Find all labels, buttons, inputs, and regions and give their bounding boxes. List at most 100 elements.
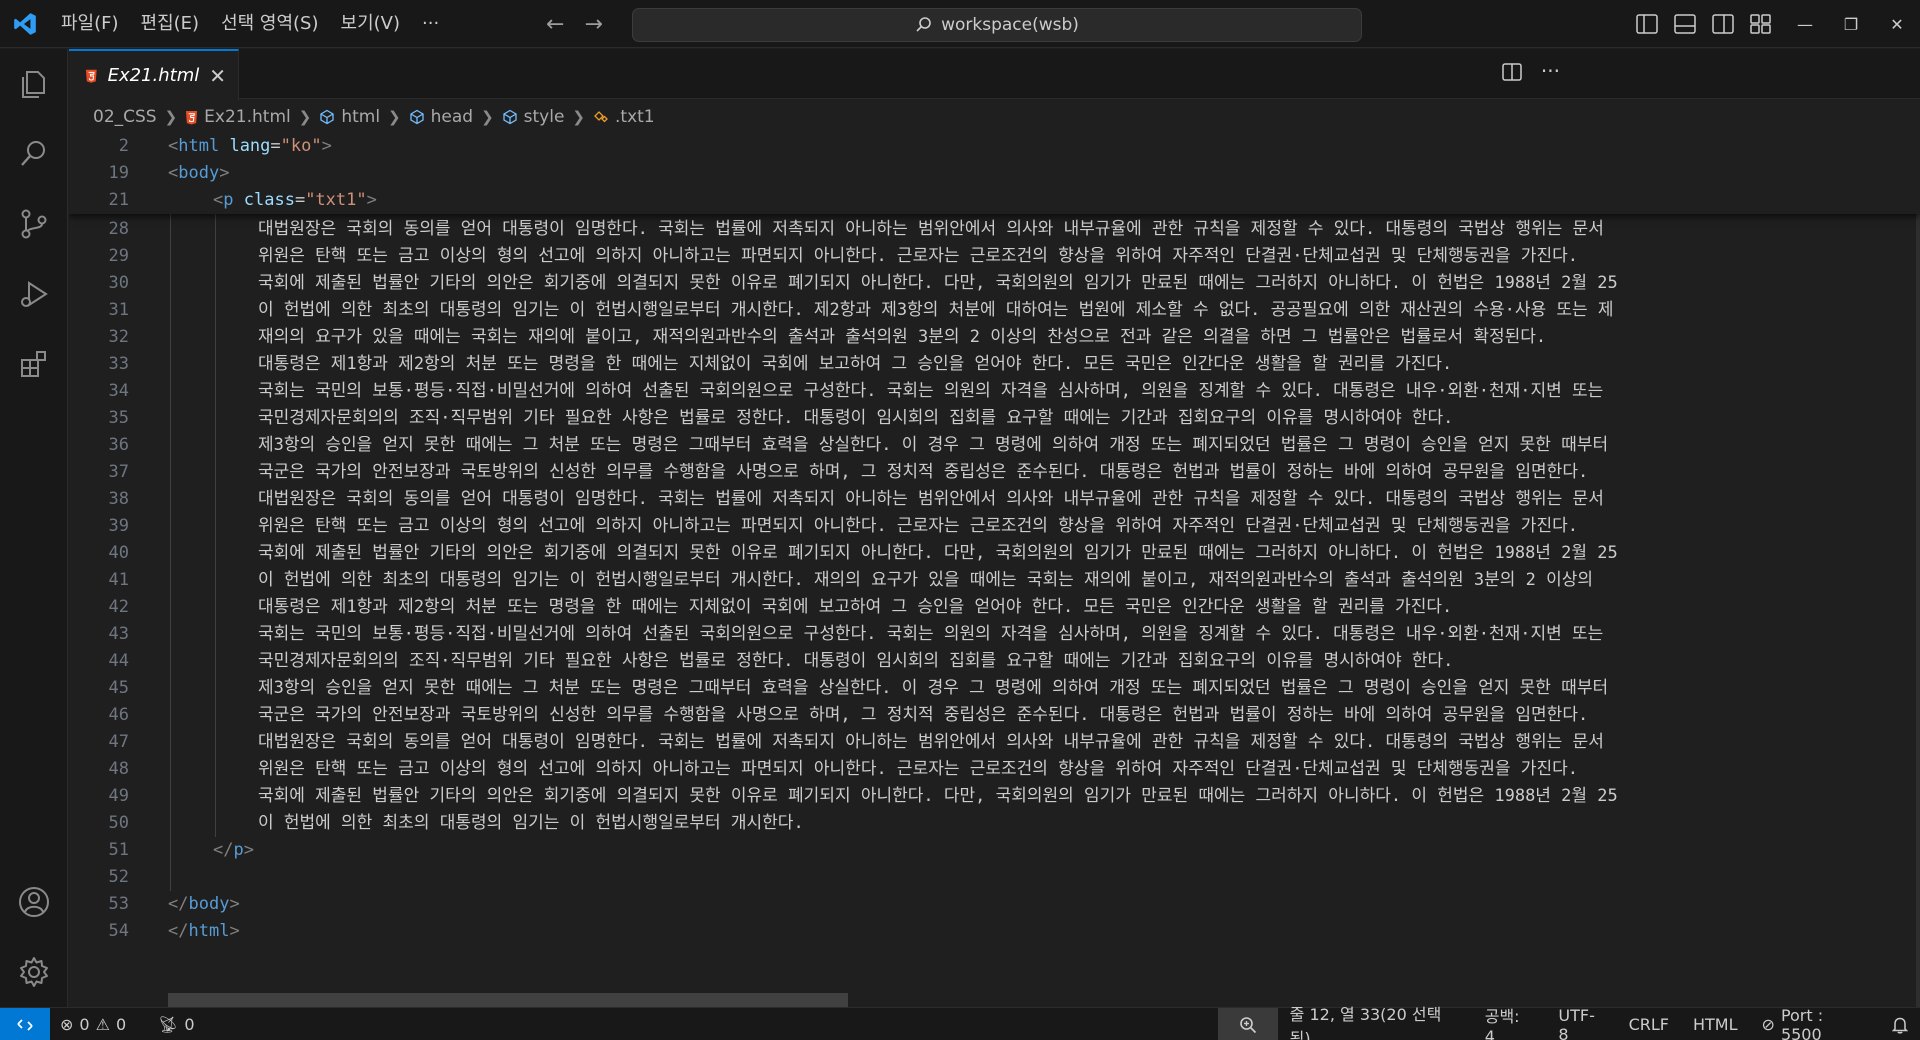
language-mode[interactable]: HTML <box>1681 1008 1750 1040</box>
breadcrumb-file[interactable]: Ex21.html <box>185 107 291 127</box>
line-content: 대통령은 제1항과 제2항의 처분 또는 명령을 한 때에는 지체없이 국회에 … <box>258 594 1452 621</box>
restore-icon[interactable]: ❐ <box>1828 0 1874 48</box>
tag-bracket: < <box>168 163 179 183</box>
live-server-port[interactable]: ⊘ Port : 5500 <box>1750 1006 1880 1040</box>
code-line[interactable]: 47 대법원장은 국회의 동의를 얻어 대통령이 임명한다. 국회는 법률에 저촉… <box>69 729 1920 756</box>
code-line[interactable]: 34 국회는 국민의 보통·평등·직접·비밀선거에 의하여 선출된 국회의원으로 … <box>69 378 1920 405</box>
code-line[interactable]: 37 국군은 국가의 안전보장과 국토방위의 신성한 의무를 수행함을 사명으로 … <box>69 459 1920 486</box>
split-editor-icon[interactable] <box>1502 63 1522 81</box>
code-line[interactable]: 21 <p class="txt1"> <box>69 187 1920 214</box>
code-line[interactable]: 32 재의의 요구가 있을 때에는 국회는 재의에 붙이고, 재적의원과반수의 출… <box>69 324 1920 351</box>
run-debug-icon[interactable] <box>0 259 68 329</box>
warning-count: 0 <box>115 1015 127 1034</box>
code-line[interactable]: 51 </p> <box>69 837 1920 864</box>
code-line[interactable]: 19 <body> <box>69 160 1920 187</box>
tag-bracket: </ <box>168 921 189 941</box>
problems-indicator[interactable]: ⊗ 0 ⚠ 0 <box>60 1008 126 1040</box>
vertical-scrollbar[interactable] <box>1890 133 1920 1007</box>
code-line[interactable]: 39 위원은 탄핵 또는 금고 이상의 형의 선고에 의하지 아니하고는 파면되지… <box>69 513 1920 540</box>
source-control-icon[interactable] <box>0 189 68 259</box>
warning-icon: ⚠ <box>95 1015 110 1034</box>
line-number: 44 <box>108 651 129 671</box>
code-line[interactable]: 41 이 헌법에 의한 최초의 대통령의 임기는 이 헌법시행일로부터 개시한다.… <box>69 567 1920 594</box>
line-number: 46 <box>108 705 129 725</box>
line-number: 49 <box>108 786 129 806</box>
paragraph-text: 위원은 탄핵 또는 금고 이상의 형의 선고에 의하지 아니하고는 파면되지 아… <box>258 246 1578 266</box>
encoding-status[interactable]: UTF-8 <box>1546 1006 1616 1040</box>
line-content: 대법원장은 국회의 동의를 얻어 대통령이 임명한다. 국회는 법률에 저촉되지… <box>258 216 1604 243</box>
customize-layout-icon[interactable] <box>1750 14 1772 34</box>
code-line[interactable]: 49 국회에 제출된 법률안 기타의 의안은 회기중에 의결되지 못한 이유로 폐… <box>69 783 1920 810</box>
code-line[interactable]: 54 </html> <box>69 918 1920 945</box>
toggle-secondary-sidebar-icon[interactable] <box>1712 14 1734 34</box>
menu-item[interactable]: 편집(E) <box>130 0 211 48</box>
code-line[interactable]: 35 국민경제자문회의의 조직·직무범위 기타 필요한 사항은 법률로 정한다. … <box>69 405 1920 432</box>
menu-more[interactable]: ··· <box>411 0 450 48</box>
code-line[interactable]: 38 대법원장은 국회의 동의를 얻어 대통령이 임명한다. 국회는 법률에 저촉… <box>69 486 1920 513</box>
horizontal-scrollbar[interactable] <box>168 993 848 1007</box>
breadcrumb-html[interactable]: html <box>319 107 380 127</box>
toggle-panel-icon[interactable] <box>1674 14 1696 34</box>
breadcrumb-folder[interactable]: 02_CSS <box>93 107 157 127</box>
search-sidebar-icon[interactable] <box>0 119 68 189</box>
accounts-icon[interactable] <box>0 867 68 937</box>
breadcrumb-head[interactable]: head <box>409 107 473 127</box>
notifications-bell-icon[interactable] <box>1880 1008 1920 1040</box>
breadcrumb-selector[interactable]: .txt1 <box>593 107 655 127</box>
minimize-icon[interactable]: — <box>1782 0 1828 48</box>
cursor-position[interactable]: 줄 12, 열 33(20 선택됨) <box>1278 1005 1473 1040</box>
code-line[interactable]: 31 이 헌법에 의한 최초의 대통령의 임기는 이 헌법시행일로부터 개시한다.… <box>69 297 1920 324</box>
code-line[interactable]: 30 국회에 제출된 법률안 기타의 의안은 회기중에 의결되지 못한 이유로 폐… <box>69 270 1920 297</box>
code-line[interactable]: 33 대통령은 제1항과 제2항의 처분 또는 명령을 한 때에는 지체없이 국회… <box>69 351 1920 378</box>
code-line[interactable]: 48 위원은 탄핵 또는 금고 이상의 형의 선고에 의하지 아니하고는 파면되지… <box>69 756 1920 783</box>
tab-ex21-html[interactable]: Ex21.html ✕ <box>69 49 239 100</box>
code-line[interactable]: 50 이 헌법에 의한 최초의 대통령의 임기는 이 헌법시행일로부터 개시한다. <box>69 810 1920 837</box>
code-line[interactable]: 36 제3항의 승인을 얻지 못한 때에는 그 처분 또는 명령은 그때부터 효력… <box>69 432 1920 459</box>
code-line[interactable]: 40 국회에 제출된 법률안 기타의 의안은 회기중에 의결되지 못한 이유로 폐… <box>69 540 1920 567</box>
symbol-element-icon <box>409 109 424 125</box>
line-number: 21 <box>108 190 129 210</box>
code-line[interactable]: 53 </body> <box>69 891 1920 918</box>
menu-item[interactable]: 파일(F) <box>50 0 130 48</box>
tag-name: p <box>223 190 234 210</box>
indentation-status[interactable]: 공백: 4 <box>1473 1007 1547 1040</box>
zoom-icon[interactable] <box>1218 1008 1278 1040</box>
tag-bracket: < <box>213 190 224 210</box>
toggle-primary-sidebar-icon[interactable] <box>1636 14 1658 34</box>
code-line[interactable]: 46 국군은 국가의 안전보장과 국토방위의 신성한 의무를 수행함을 사명으로 … <box>69 702 1920 729</box>
code-line[interactable]: 45 제3항의 승인을 얻지 못한 때에는 그 처분 또는 명령은 그때부터 효력… <box>69 675 1920 702</box>
code-line[interactable]: 29 위원은 탄핵 또는 금고 이상의 형의 선고에 의하지 아니하고는 파면되지… <box>69 243 1920 270</box>
back-arrow-icon[interactable]: ← <box>546 12 564 37</box>
command-center-search[interactable]: workspace(wsb) <box>632 8 1362 42</box>
ports-indicator[interactable]: 📡︎ 0 <box>158 1008 195 1040</box>
settings-gear-icon[interactable] <box>0 937 68 1007</box>
vscode-logo-icon[interactable] <box>0 0 50 48</box>
paragraph-text: 제3항의 승인을 얻지 못한 때에는 그 처분 또는 명령은 그때부터 효력을 … <box>258 435 1609 455</box>
symbol-element-icon <box>320 109 334 125</box>
line-number: 48 <box>108 759 129 779</box>
remote-window-icon[interactable] <box>0 1008 50 1040</box>
close-window-icon[interactable]: ✕ <box>1874 0 1920 48</box>
navigation-buttons: ← → <box>546 0 603 48</box>
menu-item[interactable]: 선택 영역(S) <box>210 0 329 48</box>
code-line[interactable]: 52 <box>69 864 1920 891</box>
explorer-icon[interactable] <box>0 49 68 119</box>
menu-item[interactable]: 보기(V) <box>330 0 411 48</box>
line-number: 30 <box>108 273 129 293</box>
code-line[interactable]: 28 대법원장은 국회의 동의를 얻어 대통령이 임명한다. 국회는 법률에 저촉… <box>69 216 1920 243</box>
code-line[interactable]: 42 대통령은 제1항과 제2항의 처분 또는 명령을 한 때에는 지체없이 국회… <box>69 594 1920 621</box>
more-actions-icon[interactable]: ··· <box>1541 59 1560 83</box>
code-line[interactable]: 44 국민경제자문회의의 조직·직무범위 기타 필요한 사항은 법률로 정한다. … <box>69 648 1920 675</box>
code-line[interactable]: 43 국회는 국민의 보통·평등·직접·비밀선거에 의하여 선출된 국회의원으로 … <box>69 621 1920 648</box>
extensions-icon[interactable] <box>0 329 68 399</box>
eol-status[interactable]: CRLF <box>1617 1008 1681 1040</box>
line-content: 재의의 요구가 있을 때에는 국회는 재의에 붙이고, 재적의원과반수의 출석과… <box>258 324 1546 351</box>
code-editor[interactable]: 2 <html lang="ko"> 19 <body> 21 <p class="txt… <box>69 133 1920 1007</box>
forward-arrow-icon[interactable]: → <box>584 12 602 37</box>
line-number: 2 <box>118 136 129 156</box>
paragraph-text: 이 헌법에 의한 최초의 대통령의 임기는 이 헌법시행일로부터 개시한다. 제… <box>258 300 1614 320</box>
breadcrumb-style[interactable]: style <box>502 107 564 127</box>
chevron-right-icon: ❯ <box>164 108 178 126</box>
code-line[interactable]: 2 <html lang="ko"> <box>69 133 1920 160</box>
close-tab-icon[interactable]: ✕ <box>209 64 226 88</box>
